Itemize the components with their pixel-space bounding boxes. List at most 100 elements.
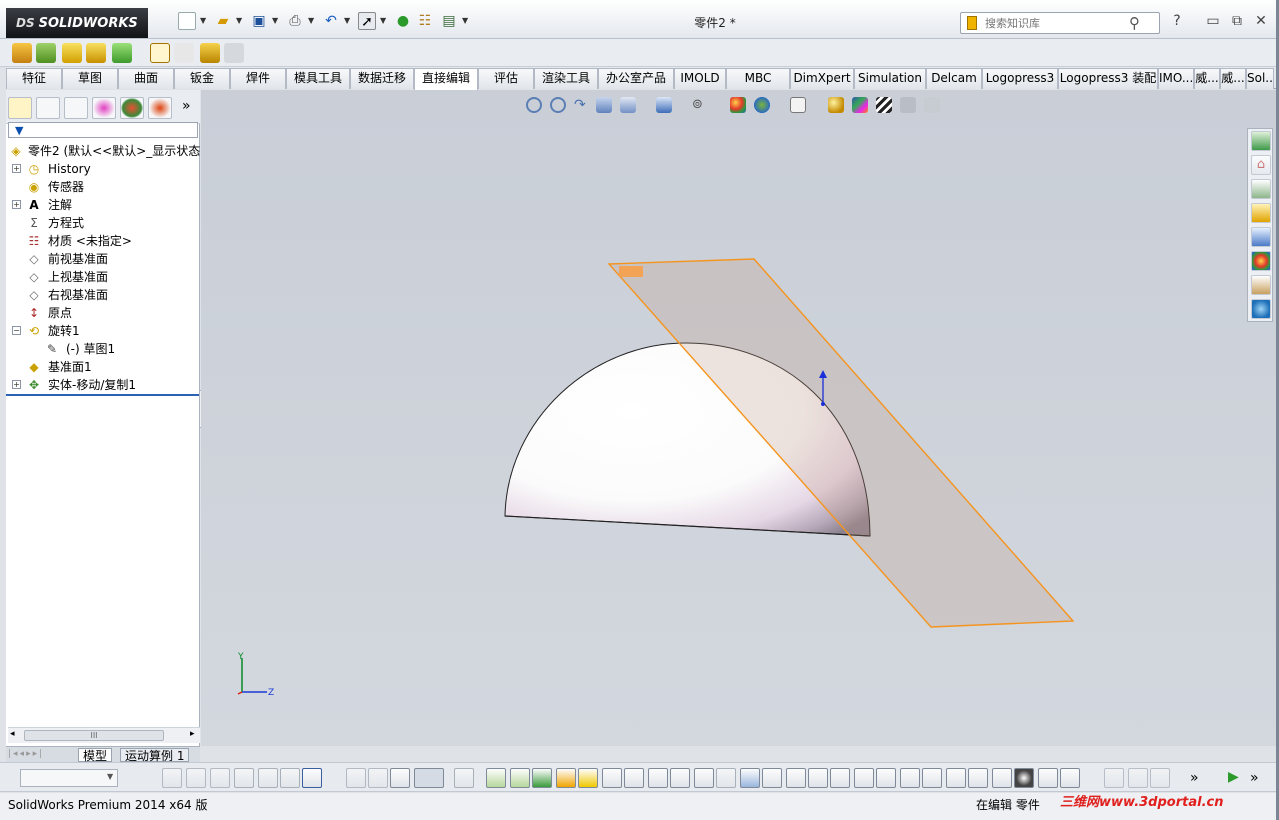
tab-mold-tools[interactable]: 模具工具 <box>286 68 350 89</box>
view-cube-3-icon[interactable] <box>1150 768 1170 788</box>
filter-surface-icon[interactable] <box>556 768 576 788</box>
filter-datum-targets-icon[interactable] <box>876 768 896 788</box>
tab-motion-study[interactable]: 运动算例 1 <box>120 748 190 763</box>
tab-features[interactable]: 特征 <box>6 68 62 89</box>
select-dropdown-icon[interactable]: ▼ <box>380 14 388 28</box>
help-icon[interactable]: ? <box>1168 13 1186 29</box>
new-dropdown-icon[interactable]: ▼ <box>200 14 208 28</box>
filter-sketch-icon[interactable] <box>1038 768 1058 788</box>
filter-center-of-mass-icon[interactable] <box>1014 768 1034 788</box>
filter-surface-finish-icon[interactable] <box>762 768 782 788</box>
filter-blocks-icon[interactable] <box>922 768 942 788</box>
filter-solid-icon[interactable] <box>578 768 598 788</box>
rebuild-traffic-light-icon[interactable]: ● <box>394 12 412 30</box>
tree-filter[interactable]: ▼ <box>8 122 198 138</box>
tab-imo-more[interactable]: IMO... <box>1158 68 1194 89</box>
restore-button[interactable]: ⧉ <box>1228 13 1246 29</box>
filter-toggle-icon[interactable] <box>346 768 366 788</box>
tab-dimxpert[interactable]: DimXpert <box>790 68 854 89</box>
filter-edges-2-icon[interactable] <box>510 768 530 788</box>
select-cursor-icon[interactable]: ➚ <box>358 12 376 30</box>
print-dropdown-icon[interactable]: ▼ <box>308 14 316 28</box>
horizontal-scrollbar[interactable]: ◂ III ▸ <box>8 727 200 743</box>
scroll-right-icon[interactable]: ▸ <box>190 729 195 739</box>
filter-weld-symbols-icon[interactable] <box>854 768 874 788</box>
close-button[interactable]: ✕ <box>1252 13 1270 29</box>
design-library-icon[interactable] <box>1251 179 1271 199</box>
filter-dowel-pin-icon[interactable] <box>946 768 966 788</box>
filter-notes-icon[interactable] <box>808 768 828 788</box>
expand-icon[interactable]: + <box>12 200 21 209</box>
tab-weldments[interactable]: 焊件 <box>230 68 286 89</box>
feature-manager-icon[interactable] <box>8 97 32 119</box>
solidworks-logo[interactable]: DS SOLIDWORKS <box>6 8 148 38</box>
open-dropdown-icon[interactable]: ▼ <box>236 14 244 28</box>
rotate-component-icon[interactable] <box>210 768 230 788</box>
tab-imold[interactable]: IMOLD <box>674 68 726 89</box>
dimxpert-manager-icon[interactable] <box>92 97 116 119</box>
file-explorer-icon[interactable] <box>1251 203 1271 223</box>
smartmate-icon[interactable] <box>186 768 206 788</box>
tab-model[interactable]: 模型 <box>78 748 113 763</box>
filter-connection-points-icon[interactable] <box>968 768 988 788</box>
knowledge-search[interactable]: ⚲ <box>960 12 1160 34</box>
selection-cursor-icon[interactable] <box>414 768 444 788</box>
view-cube-2-icon[interactable] <box>1128 768 1148 788</box>
new-document-icon[interactable] <box>178 12 196 30</box>
expand-tabs-icon[interactable]: » <box>182 98 191 114</box>
solidworks-forum-icon[interactable] <box>1251 299 1271 319</box>
grid-snap-icon[interactable] <box>302 768 322 788</box>
file-properties-icon[interactable]: ☷ <box>416 12 434 30</box>
options-icon[interactable]: ▤ <box>440 12 458 30</box>
view-palette-icon[interactable] <box>1251 227 1271 247</box>
filter-dimensions-icon[interactable] <box>740 768 760 788</box>
appearances-icon[interactable] <box>1251 251 1271 271</box>
tab-wei-2[interactable]: 威... <box>1220 68 1246 89</box>
rollback-bar[interactable] <box>6 394 200 396</box>
tab-wei-1[interactable]: 威... <box>1194 68 1220 89</box>
undo-icon[interactable]: ↶ <box>322 12 340 30</box>
split-icon[interactable] <box>200 43 220 63</box>
toolbar-overflow-2-icon[interactable]: » <box>1250 770 1259 786</box>
collapse-icon[interactable]: − <box>12 326 21 335</box>
loft-icon[interactable] <box>86 43 106 63</box>
copy-icon[interactable] <box>224 43 244 63</box>
configuration-manager-icon[interactable] <box>64 97 88 119</box>
filter-planes-icon[interactable] <box>624 768 644 788</box>
filter-combo[interactable]: ▼ <box>20 769 118 787</box>
filter-bodies-icon[interactable] <box>1060 768 1080 788</box>
filter-datum-features-icon[interactable] <box>830 768 850 788</box>
options-dropdown-icon[interactable]: ▼ <box>462 14 470 28</box>
tab-data-migration[interactable]: 数据迁移 <box>350 68 414 89</box>
pattern-icon[interactable] <box>112 43 132 63</box>
print-icon[interactable]: ⎙ <box>286 12 304 30</box>
tab-nav-icons[interactable]: |◂◂▸▸| <box>8 749 72 761</box>
filter-sketch-segments-icon[interactable] <box>670 768 690 788</box>
save-dropdown-icon[interactable]: ▼ <box>272 14 280 28</box>
toolbar-overflow-icon[interactable]: » <box>1190 770 1199 786</box>
distribute-icon[interactable] <box>258 768 278 788</box>
tab-mbc[interactable]: MBC <box>726 68 790 89</box>
filter-sketch-points-icon[interactable] <box>648 768 668 788</box>
scroll-left-icon[interactable]: ◂ <box>10 729 15 739</box>
tab-direct-editing[interactable]: 直接编辑 <box>414 68 478 90</box>
scroll-thumb[interactable]: III <box>24 730 164 741</box>
expand-icon[interactable]: + <box>12 380 21 389</box>
cam-manager-icon[interactable] <box>148 97 172 119</box>
tab-simulation[interactable]: Simulation <box>854 68 926 89</box>
custom-properties-icon[interactable] <box>1251 275 1271 295</box>
tab-sketch[interactable]: 草图 <box>62 68 118 89</box>
search-input[interactable] <box>985 16 1125 31</box>
filter-cosmetic-threads-icon[interactable] <box>900 768 920 788</box>
filter-faces-2-icon[interactable] <box>532 768 552 788</box>
tab-surfaces[interactable]: 曲面 <box>118 68 174 89</box>
view-cube-1-icon[interactable] <box>1104 768 1124 788</box>
expand-icon[interactable]: + <box>12 164 21 173</box>
align-icon[interactable] <box>234 768 254 788</box>
combo-dropdown-icon[interactable]: ▼ <box>107 772 113 781</box>
select-other-icon[interactable] <box>454 768 474 788</box>
save-icon[interactable]: ▣ <box>250 12 268 30</box>
tab-logopress3-assembly[interactable]: Logopress3 装配 <box>1058 68 1158 89</box>
tab-evaluate[interactable]: 评估 <box>478 68 534 89</box>
extrude-icon[interactable] <box>12 43 32 63</box>
